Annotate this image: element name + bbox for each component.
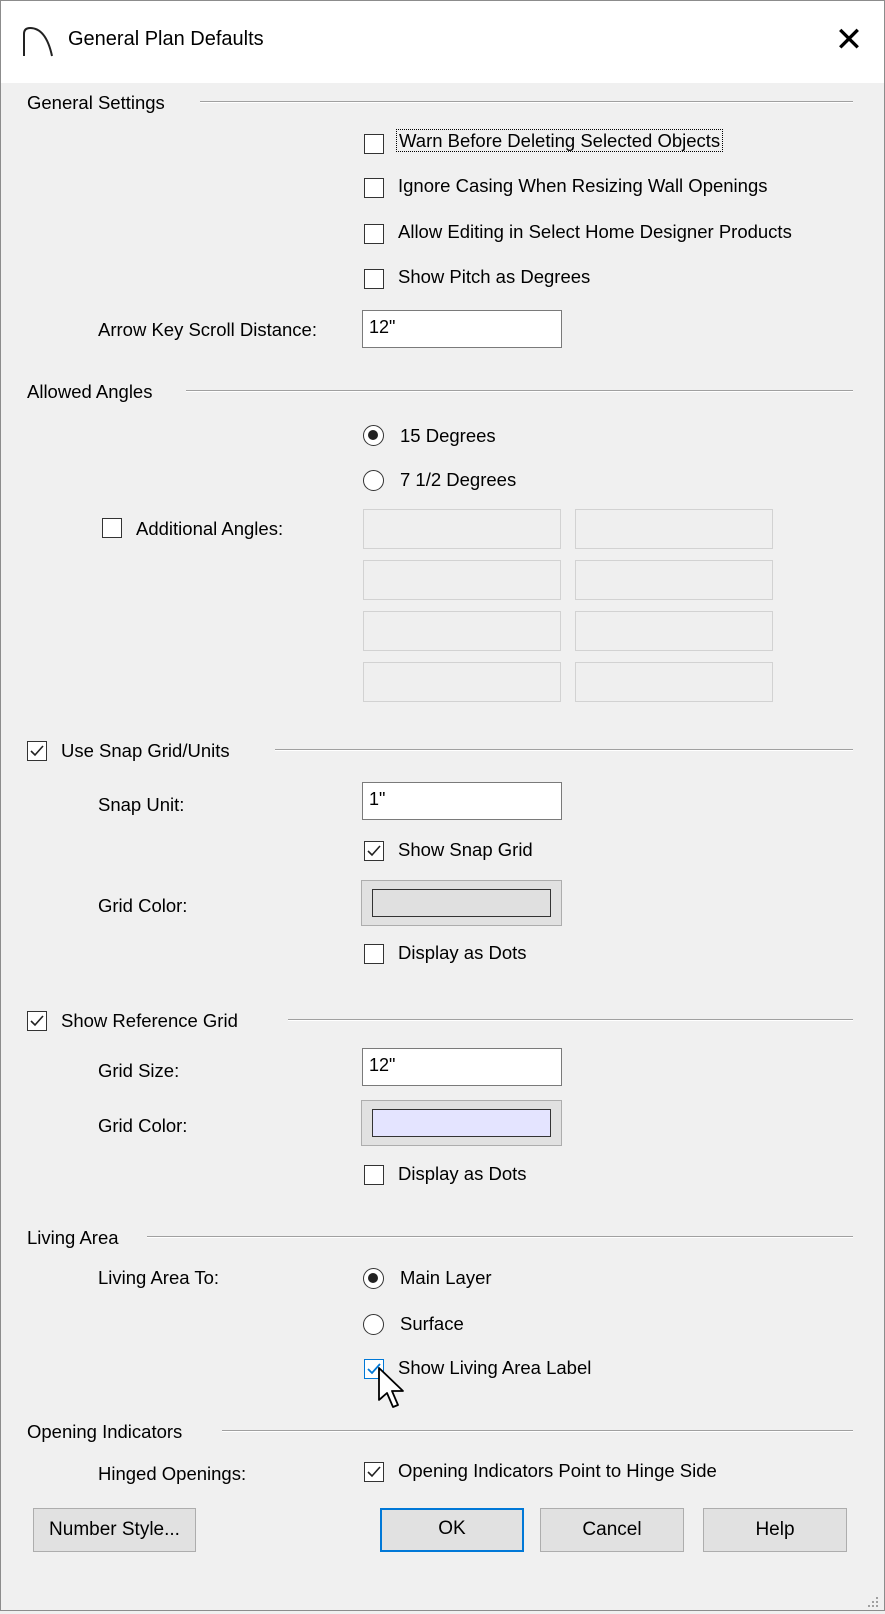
radio-main-layer[interactable]: [363, 1268, 384, 1289]
section-divider: [275, 749, 853, 751]
use-snap-grid-title[interactable]: Use Snap Grid/Units: [61, 740, 230, 762]
close-icon[interactable]: ✕: [829, 20, 869, 60]
resize-grip-icon[interactable]: [866, 1592, 880, 1607]
reference-display-dots-label[interactable]: Display as Dots: [398, 1163, 527, 1185]
hinged-openings-label: Hinged Openings:: [98, 1463, 247, 1484]
radio-7-5-degrees[interactable]: [363, 470, 384, 491]
snap-display-dots-checkbox[interactable]: [364, 944, 384, 964]
warn-before-deleting-label[interactable]: Warn Before Deleting Selected Objects: [396, 129, 724, 152]
radio-main-layer-label[interactable]: Main Layer: [400, 1267, 492, 1289]
section-divider: [288, 1019, 853, 1021]
additional-angle-input: [575, 611, 773, 651]
section-divider: [222, 1430, 853, 1432]
show-pitch-checkbox[interactable]: [364, 269, 384, 289]
opening-indicators-label[interactable]: Opening Indicators Point to Hinge Side: [398, 1460, 717, 1482]
mouse-cursor-icon: [377, 1366, 407, 1410]
radio-surface[interactable]: [363, 1314, 384, 1335]
reference-grid-color-button[interactable]: [361, 1100, 562, 1146]
use-snap-grid-checkbox[interactable]: [27, 741, 47, 761]
radio-7-5-degrees-label[interactable]: 7 1/2 Degrees: [400, 469, 516, 491]
grid-size-input[interactable]: 12": [362, 1048, 562, 1086]
warn-before-deleting-checkbox[interactable]: [364, 134, 384, 154]
ok-button[interactable]: OK: [380, 1508, 524, 1552]
snap-grid-color-button[interactable]: [361, 880, 562, 926]
snap-grid-color-label: Grid Color:: [98, 895, 188, 916]
snap-unit-input[interactable]: 1": [362, 782, 562, 820]
arrow-key-scroll-label: Arrow Key Scroll Distance:: [98, 319, 317, 340]
arrow-key-scroll-input[interactable]: 12": [362, 310, 562, 348]
grid-size-label: Grid Size:: [98, 1060, 180, 1081]
additional-angle-input: [363, 560, 561, 600]
section-divider: [200, 101, 853, 103]
number-style-button[interactable]: Number Style...: [33, 1508, 196, 1552]
allow-editing-checkbox[interactable]: [364, 224, 384, 244]
allowed-angles-title: Allowed Angles: [27, 381, 153, 402]
general-settings-title: General Settings: [27, 92, 165, 113]
reference-display-dots-checkbox[interactable]: [364, 1165, 384, 1185]
additional-angle-input: [575, 509, 773, 549]
radio-surface-label[interactable]: Surface: [400, 1313, 464, 1335]
cancel-button[interactable]: Cancel: [540, 1508, 684, 1552]
color-swatch: [372, 1109, 551, 1137]
reference-grid-color-label: Grid Color:: [98, 1115, 188, 1136]
additional-angle-input: [575, 662, 773, 702]
additional-angles-checkbox[interactable]: [102, 518, 122, 538]
living-area-title: Living Area: [27, 1227, 119, 1248]
additional-angle-input: [575, 560, 773, 600]
living-area-to-label: Living Area To:: [98, 1267, 220, 1288]
dialog-title: General Plan Defaults: [68, 28, 264, 50]
show-snap-grid-label[interactable]: Show Snap Grid: [398, 839, 533, 861]
show-reference-grid-checkbox[interactable]: [27, 1011, 47, 1031]
opening-indicators-title: Opening Indicators: [27, 1421, 183, 1442]
show-pitch-label[interactable]: Show Pitch as Degrees: [398, 266, 590, 288]
snap-unit-label: Snap Unit:: [98, 794, 185, 815]
ignore-casing-checkbox[interactable]: [364, 178, 384, 198]
additional-angles-label[interactable]: Additional Angles:: [136, 518, 283, 540]
allow-editing-label[interactable]: Allow Editing in Select Home Designer Pr…: [398, 221, 792, 243]
section-divider: [147, 1236, 853, 1238]
ignore-casing-label[interactable]: Ignore Casing When Resizing Wall Opening…: [398, 175, 768, 197]
additional-angle-input: [363, 662, 561, 702]
arch-icon: [20, 24, 56, 60]
color-swatch: [372, 889, 551, 917]
opening-indicators-checkbox[interactable]: [364, 1462, 384, 1482]
show-snap-grid-checkbox[interactable]: [364, 841, 384, 861]
radio-15-degrees-label[interactable]: 15 Degrees: [400, 425, 496, 447]
radio-15-degrees[interactable]: [363, 425, 384, 446]
snap-display-dots-label[interactable]: Display as Dots: [398, 942, 527, 964]
additional-angle-input: [363, 611, 561, 651]
section-divider: [186, 390, 853, 392]
show-reference-grid-title[interactable]: Show Reference Grid: [61, 1010, 238, 1032]
show-living-area-label-text[interactable]: Show Living Area Label: [398, 1357, 591, 1379]
help-button[interactable]: Help: [703, 1508, 847, 1552]
additional-angle-input: [363, 509, 561, 549]
